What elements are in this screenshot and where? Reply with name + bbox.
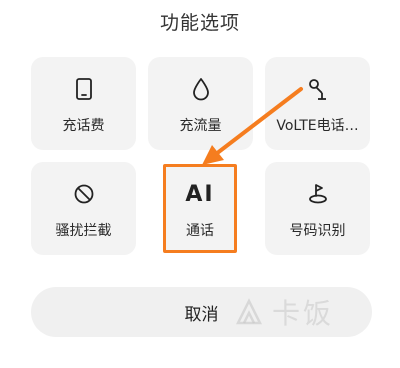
option-label: 骚扰拦截 (55, 223, 112, 239)
block-icon (72, 182, 96, 206)
option-label: 充流量 (179, 118, 222, 134)
option-number-identify[interactable]: 号码识别 (265, 162, 370, 255)
option-label: 通话 (186, 223, 214, 239)
function-options-grid: 充话费 充流量 VoLTE电话… 骚扰拦截 AI 通话 号码识别 (31, 57, 370, 255)
cancel-label: 取消 (184, 304, 219, 325)
ai-text-icon: AI (185, 182, 215, 207)
watermark: 卡饭 (232, 292, 334, 332)
option-label: 充话费 (62, 118, 105, 134)
volte-antenna-icon (306, 77, 330, 101)
option-label: VoLTE电话… (276, 118, 359, 134)
option-recharge-data[interactable]: 充流量 (148, 57, 253, 150)
sheet-title: 功能选项 (159, 12, 240, 34)
location-pin-icon (306, 182, 330, 206)
option-label: 号码识别 (289, 223, 346, 239)
option-ai-call[interactable]: AI 通话 (163, 164, 237, 253)
watermark-text: 卡饭 (272, 297, 335, 330)
option-volte[interactable]: VoLTE电话… (265, 57, 370, 150)
water-drop-icon (189, 77, 213, 101)
phone-icon (72, 77, 96, 101)
watermark-logo-icon (235, 298, 263, 325)
option-recharge-call[interactable]: 充话费 (31, 57, 136, 150)
option-harassment-block[interactable]: 骚扰拦截 (31, 162, 136, 255)
